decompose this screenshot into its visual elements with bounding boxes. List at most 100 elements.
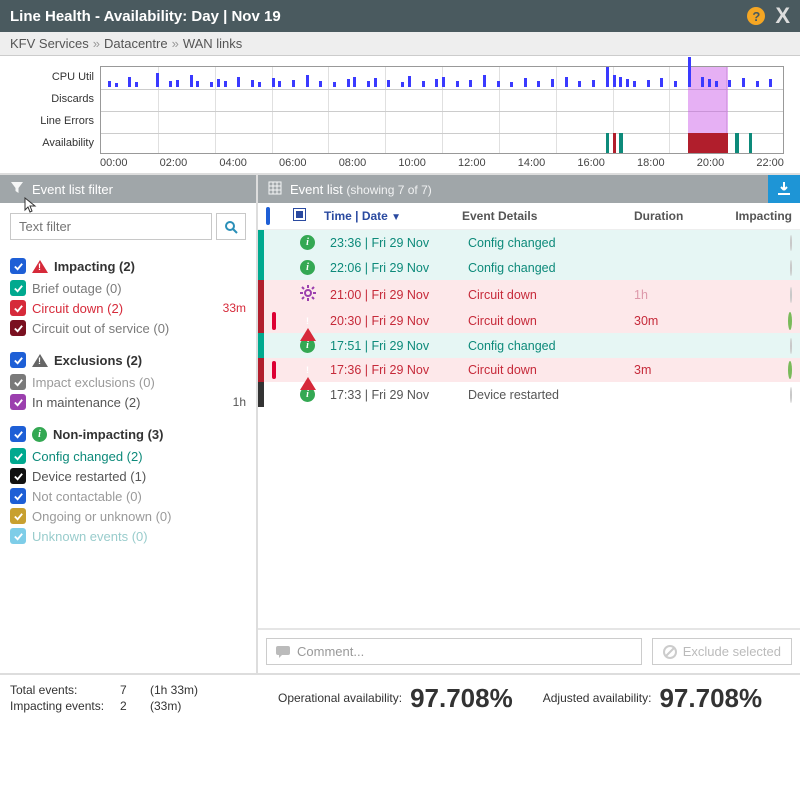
filter-group-title: Exclusions (2) [54,353,142,368]
search-icon [224,220,238,234]
event-details: Config changed [468,261,626,275]
event-time: 23:36 | Fri 29 Nov [330,236,460,250]
table-icon [268,181,282,198]
chart-canvas[interactable] [100,66,784,154]
event-time: 22:06 | Fri 29 Nov [330,261,460,275]
help-icon[interactable]: ? [747,7,765,25]
event-row[interactable]: 21:00 | Fri 29 NovCircuit down1h [258,280,800,309]
time-column-header[interactable]: Time | Date ▼ [324,209,454,223]
row-checkbox[interactable] [272,361,276,379]
chart-tick-label: 00:00 [100,157,128,169]
filter-item-meta: 33m [223,301,246,315]
events-panel-subtitle: (showing 7 of 7) [346,183,431,197]
duration-column-header[interactable]: Duration [634,209,714,223]
download-icon [776,181,792,197]
impacting-events-label: Impacting events: [10,699,120,713]
filter-item-label[interactable]: In maintenance (2) [32,395,227,410]
total-events-duration: (1h 33m) [150,683,198,697]
filter-item-label[interactable]: Circuit down (2) [32,301,217,316]
close-button[interactable]: X [775,3,790,29]
filter-item-checkbox[interactable] [10,528,26,544]
impacting-icon [788,312,792,330]
filter-item-checkbox[interactable] [10,320,26,336]
filter-item-checkbox[interactable] [10,448,26,464]
operational-availability-value: 97.708% [410,683,513,714]
chart-row-label: Discards [16,88,94,110]
filter-item-label[interactable]: Ongoing or unknown (0) [32,509,240,524]
filter-item-checkbox[interactable] [10,488,26,504]
row-checkbox[interactable] [272,312,276,330]
window-title: Line Health - Availability: Day | Nov 19 [10,8,747,25]
comment-input[interactable]: Comment... [266,638,642,665]
event-row[interactable]: 17:51 | Fri 29 Nov Config changed [258,333,800,358]
filter-item-label[interactable]: Circuit out of service (0) [32,321,240,336]
chart-tick-label: 18:00 [637,157,665,169]
filter-item-checkbox[interactable] [10,468,26,484]
filter-item-label[interactable]: Unknown events (0) [32,529,240,544]
event-duration: 30m [634,314,714,328]
event-duration: 1h [634,288,714,302]
filter-item-checkbox[interactable] [10,508,26,524]
filter-item-label[interactable]: Impact exclusions (0) [32,375,240,390]
event-row[interactable]: 20:30 | Fri 29 Nov Circuit down 30m [258,309,800,333]
warning-icon [32,354,48,367]
filter-item-checkbox[interactable] [10,374,26,390]
info-icon [32,427,47,442]
filter-item-label[interactable]: Config changed (2) [32,449,240,464]
filter-item-checkbox[interactable] [10,394,26,410]
footer: Total events:7(1h 33m) Impacting events:… [0,673,800,721]
event-details: Config changed [468,236,626,250]
event-details: Device restarted [468,388,626,402]
details-column-header[interactable]: Event Details [462,209,626,223]
select-all-checkbox[interactable] [266,207,270,225]
event-time: 17:36 | Fri 29 Nov [330,363,460,377]
filter-panel: Event list filter Impacting (2)Brief out… [0,175,258,673]
impacting-events-duration: (33m) [150,699,181,713]
event-time: 17:51 | Fri 29 Nov [330,339,460,353]
sort-desc-icon: ▼ [391,212,401,223]
chart-row-label: CPU Util [16,66,94,88]
warning-icon [32,260,48,273]
total-events-label: Total events: [10,683,120,697]
event-details: Circuit down [468,314,626,328]
event-duration: 3m [634,363,714,377]
group-checkbox[interactable] [10,258,26,274]
download-button[interactable] [768,175,800,203]
chart-tick-label: 06:00 [279,157,307,169]
filter-item-label[interactable]: Not contactable (0) [32,489,240,504]
group-checkbox[interactable] [10,352,26,368]
filter-item-checkbox[interactable] [10,280,26,296]
comment-icon [275,645,291,659]
timeline-chart: CPU UtilDiscardsLine ErrorsAvailability … [0,56,800,173]
filter-panel-header: Event list filter [0,175,256,203]
impacting-column-header[interactable]: Impacting [722,209,792,223]
filter-item-checkbox[interactable] [10,300,26,316]
search-button[interactable] [216,213,246,240]
filter-item-label[interactable]: Brief outage (0) [32,281,240,296]
event-row[interactable]: 17:33 | Fri 29 NovDevice restarted [258,382,800,407]
info-icon [300,235,315,250]
breadcrumb-item[interactable]: WAN links [183,36,242,51]
event-row[interactable]: 22:06 | Fri 29 Nov Config changed [258,255,800,280]
breadcrumb-item[interactable]: KFV Services [10,36,89,51]
breadcrumb-item[interactable]: Datacentre [104,36,168,51]
window-header: Line Health - Availability: Day | Nov 19… [0,0,800,32]
chart-tick-label: 04:00 [219,157,247,169]
event-time: 20:30 | Fri 29 Nov [330,314,460,328]
event-details: Circuit down [468,363,626,377]
exclude-selected-button[interactable]: Exclude selected [652,638,792,665]
operational-availability-label: Operational availability: [278,691,402,705]
severity-icon-header[interactable] [294,209,316,223]
non-impacting-icon [790,387,792,403]
group-checkbox[interactable] [10,426,26,442]
adjusted-availability-label: Adjusted availability: [543,691,652,705]
funnel-icon [10,181,24,198]
event-row[interactable]: 23:36 | Fri 29 Nov Config changed [258,230,800,255]
filter-item-label[interactable]: Device restarted (1) [32,469,240,484]
event-details: Config changed [468,339,626,353]
text-filter-input[interactable] [10,213,212,240]
events-panel-header: Event list (showing 7 of 7) [258,175,768,203]
total-events-count: 7 [120,683,150,697]
non-impacting-icon [790,338,792,354]
event-row[interactable]: 17:36 | Fri 29 Nov Circuit down 3m [258,358,800,382]
